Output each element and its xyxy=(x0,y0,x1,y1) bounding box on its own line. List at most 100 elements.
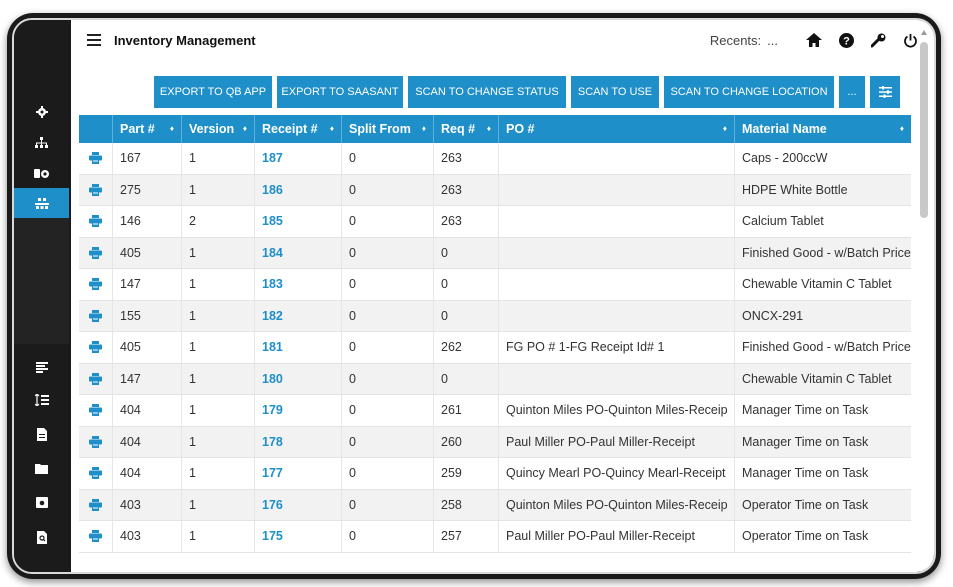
sidebar-item-inventory[interactable] xyxy=(14,188,69,218)
column-header-split-from[interactable]: Split From ♦ xyxy=(342,115,434,143)
table-row[interactable]: 147 1 183 0 0 Chewable Vitamin C Tablet xyxy=(79,269,911,301)
export-qb-button[interactable]: EXPORT TO QB APP xyxy=(154,76,272,108)
table-row[interactable]: 155 1 182 0 0 ONCX-291 xyxy=(79,300,911,332)
table-row[interactable]: 405 1 184 0 0 Finished Good - w/Batch Price xyxy=(79,237,911,269)
gear-icon xyxy=(35,106,48,118)
scan-use-button[interactable]: SCAN TO USE xyxy=(571,76,659,108)
material-name-cell: Chewable Vitamin C Tablet xyxy=(742,371,892,386)
print-icon[interactable] xyxy=(79,426,113,457)
hamburger-menu-icon[interactable] xyxy=(87,34,101,46)
more-actions-button[interactable]: ... xyxy=(839,76,865,108)
receipt-link[interactable]: 185 xyxy=(255,206,342,237)
split-from-cell: 0 xyxy=(342,395,434,426)
receipt-link[interactable]: 178 xyxy=(255,426,342,457)
part-number-cell: 147 xyxy=(113,269,182,300)
table-row[interactable]: 404 1 177 0 259 Quincy Mearl PO-Quincy Mearl-… xyxy=(79,458,911,490)
table-row[interactable]: 405 1 181 0 262 FG PO # 1-FG Receipt Id# 1 Fin… xyxy=(79,332,911,364)
sidebar-item-sort-list[interactable] xyxy=(14,385,69,415)
wrench-icon[interactable] xyxy=(870,32,886,48)
version-cell: 1 xyxy=(182,489,255,520)
print-icon[interactable] xyxy=(79,143,113,174)
table-row[interactable]: 403 1 175 0 257 Paul Miller PO-Paul Miller-Re… xyxy=(79,521,911,553)
print-icon[interactable] xyxy=(79,363,113,394)
print-icon[interactable] xyxy=(79,269,113,300)
receipt-link[interactable]: 176 xyxy=(255,489,342,520)
filter-settings-button[interactable] xyxy=(870,76,900,108)
sidebar-item-list[interactable] xyxy=(14,352,69,382)
table-row[interactable]: 275 1 186 0 263 HDPE White Bottle xyxy=(79,174,911,206)
search-document-icon xyxy=(36,530,47,544)
document-icon xyxy=(36,427,47,441)
receipt-link[interactable]: 187 xyxy=(255,143,342,174)
recents-more[interactable]: ... xyxy=(767,33,778,48)
receipt-link[interactable]: 180 xyxy=(255,363,342,394)
sort-caret-icon: ♦ xyxy=(486,124,491,133)
material-name-cell: ONCX-291 xyxy=(742,308,804,323)
receipt-link[interactable]: 183 xyxy=(255,269,342,300)
scan-change-location-button[interactable]: SCAN TO CHANGE LOCATION xyxy=(664,76,834,108)
column-header-part[interactable]: Part # ♦ xyxy=(113,115,182,143)
column-header-po[interactable]: PO # ♦ xyxy=(499,115,735,143)
print-icon[interactable] xyxy=(79,174,113,205)
print-icon[interactable] xyxy=(79,206,113,237)
help-icon[interactable]: ? xyxy=(838,32,854,48)
sidebar-item-boxes[interactable] xyxy=(14,158,69,188)
sidebar-item-network[interactable] xyxy=(14,128,69,158)
material-name-cell: Calcium Tablet xyxy=(742,214,824,229)
print-icon[interactable] xyxy=(79,300,113,331)
vertical-scrollbar[interactable] xyxy=(920,42,928,218)
table-row[interactable]: 404 1 178 0 260 Paul Miller PO-Paul Miller-Re… xyxy=(79,426,911,458)
receipt-link[interactable]: 181 xyxy=(255,332,342,363)
part-number-cell: 147 xyxy=(113,363,182,394)
version-cell: 1 xyxy=(182,458,255,489)
receipt-link[interactable]: 184 xyxy=(255,237,342,268)
part-number-cell: 404 xyxy=(113,458,182,489)
material-name-cell: Finished Good - w/Batch Price xyxy=(742,340,911,355)
receipt-link[interactable]: 179 xyxy=(255,395,342,426)
recents-label: Recents: xyxy=(709,32,762,48)
export-saasant-button[interactable]: EXPORT TO SAASANT xyxy=(277,76,403,108)
sidebar-item-search-document[interactable] xyxy=(14,522,69,552)
receipt-link[interactable]: 177 xyxy=(255,458,342,489)
table-row[interactable]: 147 1 180 0 0 Chewable Vitamin C Tablet xyxy=(79,363,911,395)
version-cell: 1 xyxy=(182,237,255,268)
material-name-cell: Operator Time on Task xyxy=(742,497,869,512)
main-content: Inventory Management Recents: ... ? EXPO… xyxy=(71,20,934,572)
split-from-cell: 0 xyxy=(342,521,434,552)
print-icon[interactable] xyxy=(79,237,113,268)
table-row[interactable]: 167 1 187 0 263 Caps - 200ccW xyxy=(79,143,911,175)
print-icon[interactable] xyxy=(79,458,113,489)
sidebar-item-settings[interactable] xyxy=(14,97,69,127)
receipt-link[interactable]: 182 xyxy=(255,300,342,331)
receipt-link[interactable]: 175 xyxy=(255,521,342,552)
req-cell: 260 xyxy=(434,426,499,457)
receipt-link[interactable]: 186 xyxy=(255,174,342,205)
sort-caret-icon: ♦ xyxy=(421,124,426,133)
home-icon[interactable] xyxy=(806,32,822,48)
column-header-req[interactable]: Req # ♦ xyxy=(434,115,499,143)
scroll-up-arrow[interactable] xyxy=(921,30,927,35)
sidebar-item-camera[interactable] xyxy=(14,487,69,517)
header-bar: Inventory Management Recents: ... ? xyxy=(71,20,934,60)
table-row[interactable]: 146 2 185 0 263 Calcium Tablet xyxy=(79,206,911,238)
material-name-cell: Caps - 200ccW xyxy=(742,151,828,166)
column-header-receipt[interactable]: Receipt # ♦ xyxy=(255,115,342,143)
print-icon[interactable] xyxy=(79,521,113,552)
table-row[interactable]: 404 1 179 0 261 Quinton Miles PO-Quinton Mile… xyxy=(79,395,911,427)
inventory-table: Part # ♦ Version ♦ Receipt # ♦ Split From ♦ … xyxy=(79,115,911,553)
print-icon[interactable] xyxy=(79,332,113,363)
sort-list-icon xyxy=(34,394,49,406)
table-row[interactable]: 403 1 176 0 258 Quinton Miles PO-Quinton Mile… xyxy=(79,489,911,521)
req-cell: 0 xyxy=(434,363,499,394)
print-icon[interactable] xyxy=(79,395,113,426)
req-cell: 258 xyxy=(434,489,499,520)
column-header-material-name[interactable]: Material Name ♦ xyxy=(735,115,911,143)
power-icon[interactable] xyxy=(902,32,918,48)
column-header-version[interactable]: Version ♦ xyxy=(182,115,255,143)
req-cell: 262 xyxy=(434,332,499,363)
sidebar-item-document[interactable] xyxy=(14,419,69,449)
sidebar-item-folder[interactable] xyxy=(14,453,69,483)
split-from-cell: 0 xyxy=(342,143,434,174)
print-icon[interactable] xyxy=(79,489,113,520)
scan-change-status-button[interactable]: SCAN TO CHANGE STATUS xyxy=(408,76,566,108)
